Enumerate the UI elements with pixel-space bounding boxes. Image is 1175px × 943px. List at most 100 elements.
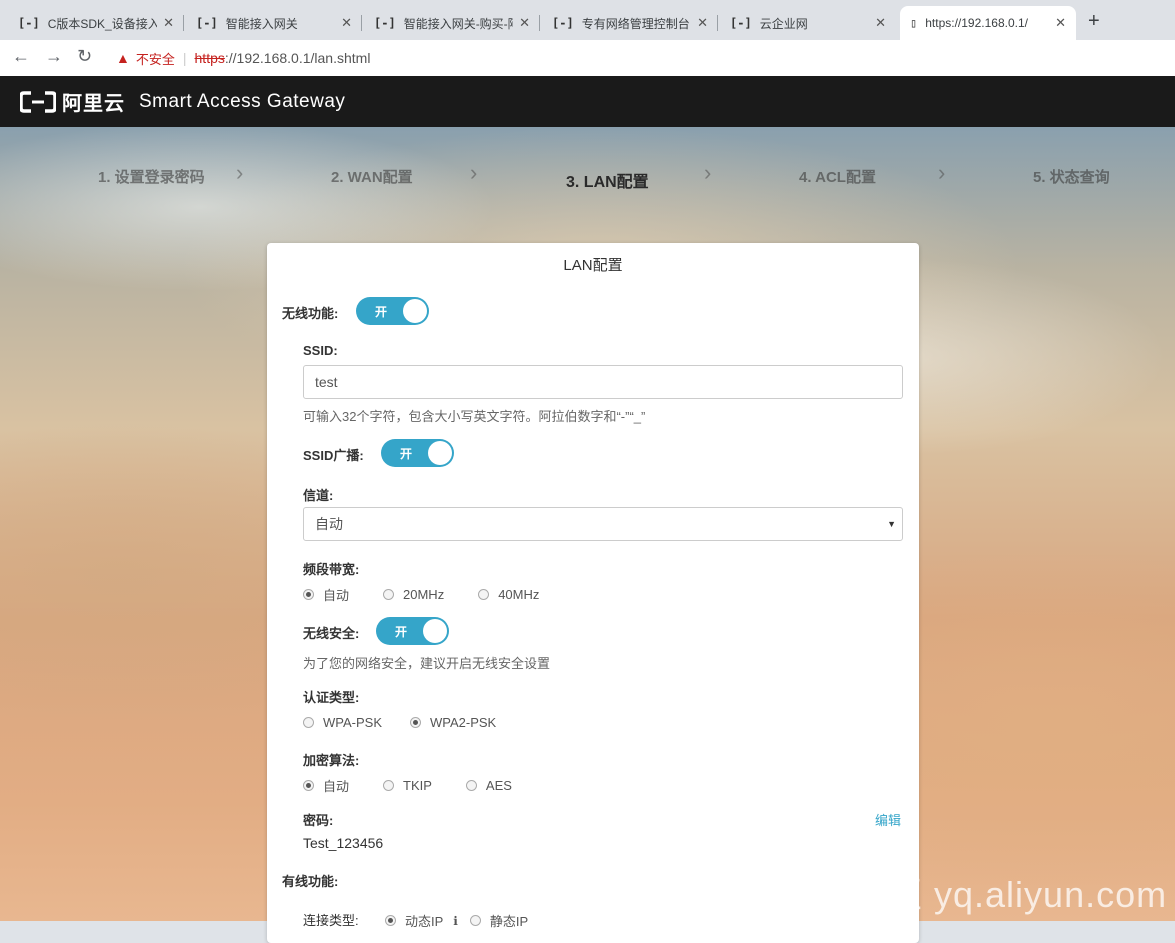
brand-name-cn: 阿里云 xyxy=(62,93,125,115)
encryption-radio-group: 自动 TKIP AES xyxy=(303,776,546,795)
option-label: 40MHz xyxy=(498,587,540,602)
option-label: 自动 xyxy=(323,588,350,603)
watermark: 云栖社区 yq.aliyun.com xyxy=(775,874,1168,915)
close-tab-icon[interactable]: ✕ xyxy=(875,15,886,31)
step-2[interactable]: 2. WAN配置 xyxy=(331,166,413,187)
browser-tab[interactable]: [-] 智能接入网关 ✕ xyxy=(186,6,362,40)
chevron-right-icon: › xyxy=(470,160,478,185)
tab-title: https://192.168.0.1/ xyxy=(925,16,1028,30)
aliyun-logo[interactable]: 阿里云 Smart Access Gateway xyxy=(20,87,345,116)
url-path: /lan.shtml xyxy=(310,50,371,66)
channel-label: 信道: xyxy=(303,488,334,503)
ssid-value: test xyxy=(315,374,338,390)
tab-title: 专有网络管理控制台 xyxy=(581,16,690,31)
encryption-label: 加密算法: xyxy=(303,753,360,768)
auth-option-wpa-psk[interactable]: WPA-PSK xyxy=(303,715,382,730)
channel-select[interactable]: 自动 ▼ xyxy=(303,507,903,541)
browser-tab[interactable]: [-] 专有网络管理控制台 ✕ xyxy=(542,6,718,40)
ssid-broadcast-toggle[interactable]: 开 xyxy=(381,439,454,467)
radio-icon[interactable] xyxy=(303,717,314,728)
url-field[interactable]: ▲ 不安全 | https ://192.168.0.1 /lan.shtml xyxy=(106,44,1166,72)
toggle-text: 开 xyxy=(375,305,388,319)
tab-title: 智能接入网关 xyxy=(225,16,298,31)
aliyun-favicon-icon: [-] xyxy=(552,16,574,30)
page-favicon-icon: ▯ xyxy=(910,16,918,30)
ssid-hint: 可输入32个字符，包含大小写英文字符。阿拉伯数字和“-”“_” xyxy=(303,409,646,424)
radio-icon[interactable] xyxy=(465,780,477,791)
wireless-security-toggle[interactable]: 开 xyxy=(376,617,449,645)
tab-title: C版本SDK_设备接入 xyxy=(47,16,158,31)
option-label: WPA2-PSK xyxy=(430,715,497,730)
close-tab-icon[interactable]: ✕ xyxy=(1055,15,1066,31)
close-tab-icon[interactable]: ✕ xyxy=(697,15,708,31)
lan-config-card: LAN配置 无线功能: 开 SSID: test 可输入32个字符，包含大小写英… xyxy=(267,243,919,943)
encryption-option-aes[interactable]: AES xyxy=(465,778,512,793)
step-5[interactable]: 5. 状态查询 xyxy=(1033,166,1110,187)
option-label: 20MHz xyxy=(403,587,445,602)
divider: | xyxy=(182,50,187,66)
forward-arrow-icon[interactable]: → xyxy=(45,46,63,67)
chevron-right-icon: › xyxy=(236,160,244,185)
tab-title: 智能接入网关-购买-阿 xyxy=(403,16,514,31)
url-host: ://192.168.0.1 xyxy=(224,50,311,66)
option-label: TKIP xyxy=(403,778,432,793)
encryption-option-auto[interactable]: 自动 xyxy=(303,776,349,795)
site-header: 阿里云 Smart Access Gateway xyxy=(0,76,1175,127)
password-label: 密码: xyxy=(303,813,334,828)
radio-icon[interactable] xyxy=(383,780,395,791)
close-tab-icon[interactable]: ✕ xyxy=(163,15,174,31)
encryption-option-tkip[interactable]: TKIP xyxy=(383,778,432,793)
bandwidth-option-20mhz[interactable]: 20MHz xyxy=(383,587,444,602)
close-tab-icon[interactable]: ✕ xyxy=(341,15,352,31)
radio-icon[interactable] xyxy=(383,589,395,600)
warning-icon: ▲ xyxy=(116,50,130,66)
close-tab-icon[interactable]: ✕ xyxy=(519,15,530,31)
back-arrow-icon[interactable]: ← xyxy=(12,46,30,67)
bandwidth-option-40mhz[interactable]: 40MHz xyxy=(478,587,539,602)
step-3-current[interactable]: 3. LAN配置 xyxy=(566,168,649,192)
browser-tab[interactable]: [-] 智能接入网关-购买-阿 ✕ xyxy=(364,6,540,40)
card-title: LAN配置 xyxy=(563,257,623,274)
insecure-label[interactable]: 不安全 xyxy=(136,49,175,68)
toggle-text: 开 xyxy=(400,447,413,461)
toggle-knob xyxy=(403,299,427,323)
toggle-text: 开 xyxy=(395,625,408,639)
channel-value: 自动 xyxy=(315,516,343,532)
step-1[interactable]: 1. 设置登录密码 xyxy=(98,166,205,187)
wizard-steps: 1. 设置登录密码 › 2. WAN配置 › 3. LAN配置 › 4. ACL… xyxy=(0,160,1175,192)
auth-type-radio-group: WPA-PSK WPA2-PSK xyxy=(303,715,530,730)
ssid-input[interactable]: test xyxy=(303,365,903,399)
ssid-label: SSID: xyxy=(303,343,338,358)
aliyun-logo-icon xyxy=(20,90,56,113)
edit-password-link[interactable]: 编辑 xyxy=(875,810,901,829)
auth-type-label: 认证类型: xyxy=(303,690,360,705)
browser-tab[interactable]: [-] C版本SDK_设备接入 ✕ xyxy=(8,6,184,40)
bandwidth-radio-group: 自动 20MHz 40MHz xyxy=(303,585,573,604)
bandwidth-label: 频段带宽: xyxy=(303,562,360,577)
option-label: 自动 xyxy=(323,779,350,794)
radio-icon[interactable] xyxy=(303,780,314,791)
browser-tab-bar: [-] C版本SDK_设备接入 ✕ [-] 智能接入网关 ✕ [-] 智能接入网… xyxy=(0,0,1175,40)
new-tab-button[interactable]: + xyxy=(1088,10,1100,33)
auth-option-wpa2-psk[interactable]: WPA2-PSK xyxy=(410,715,496,730)
radio-icon[interactable] xyxy=(410,717,421,728)
chevron-right-icon: › xyxy=(704,160,712,185)
bandwidth-option-auto[interactable]: 自动 xyxy=(303,585,349,604)
radio-icon[interactable] xyxy=(303,589,314,600)
wireless-toggle[interactable]: 开 xyxy=(356,297,429,325)
step-4[interactable]: 4. ACL配置 xyxy=(799,166,876,187)
password-value: Test_123456 xyxy=(303,835,384,851)
aliyun-favicon-icon: [-] xyxy=(730,16,752,30)
toggle-knob xyxy=(423,619,447,643)
radio-icon[interactable] xyxy=(478,589,490,600)
caret-down-icon: ▼ xyxy=(887,519,896,529)
reload-icon[interactable]: ↻ xyxy=(77,46,92,67)
browser-tab-active[interactable]: ▯ https://192.168.0.1/ ✕ xyxy=(900,6,1076,40)
ssid-broadcast-label: SSID广播: xyxy=(303,448,364,463)
tab-title: 云企业网 xyxy=(759,16,808,31)
browser-tab[interactable]: [-] 云企业网 ✕ xyxy=(720,6,896,40)
security-hint: 为了您的网络安全，建议开启无线安全设置 xyxy=(303,656,551,671)
connection-type-label: 连接类型: xyxy=(303,913,359,928)
aliyun-favicon-icon: [-] xyxy=(196,16,218,30)
wireless-label: 无线功能: xyxy=(282,306,339,321)
